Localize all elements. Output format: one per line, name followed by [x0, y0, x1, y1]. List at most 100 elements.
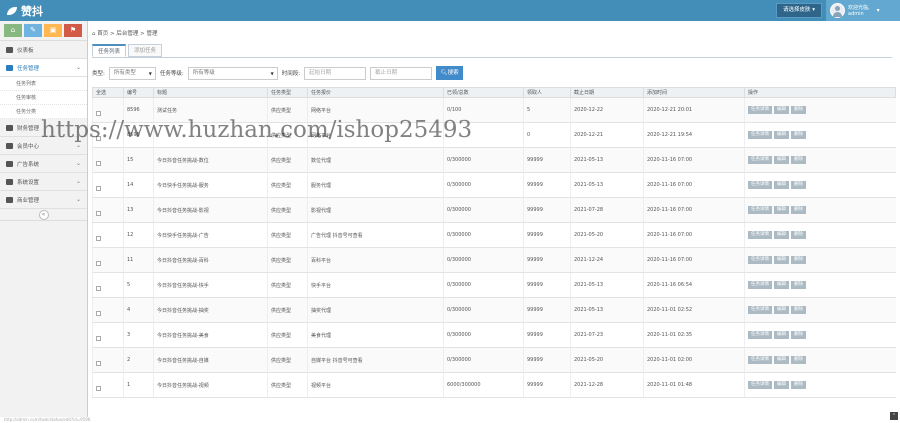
- detail-button[interactable]: 任务详情: [748, 281, 772, 289]
- sidebar-collapse-toggle[interactable]: «: [0, 209, 87, 221]
- table-cell: 抽奖代理: [307, 297, 444, 323]
- row-checkbox[interactable]: [96, 235, 101, 241]
- time-label: 时间段:: [281, 71, 301, 77]
- detail-button[interactable]: 任务详情: [748, 206, 772, 214]
- table-cell: 供应类型: [267, 347, 308, 373]
- sidebar-item-business[interactable]: 商业管理 ⌄: [0, 191, 87, 209]
- edit-button[interactable]: 编辑: [774, 356, 789, 364]
- sidebar-item-dashboard[interactable]: 仪表板: [0, 41, 87, 59]
- brand-logo[interactable]: 赞抖: [7, 3, 43, 19]
- table-cell: 99999: [523, 297, 571, 323]
- delete-button[interactable]: 删除: [791, 106, 806, 114]
- row-checkbox[interactable]: [96, 310, 101, 316]
- row-checkbox[interactable]: [96, 185, 101, 191]
- table-cell: 2020-12-21: [570, 122, 644, 148]
- sidebar-item-ads[interactable]: 广告系统 ⌄: [0, 155, 87, 173]
- edit-button[interactable]: 编辑: [774, 256, 789, 264]
- delete-button[interactable]: 删除: [791, 281, 806, 289]
- sidebar-item-settings[interactable]: 系统设置 ⌄: [0, 173, 87, 191]
- level-select[interactable]: 所有等级: [187, 66, 278, 80]
- tab-task-list[interactable]: 任务列表: [92, 44, 127, 57]
- theme-select-button[interactable]: 请选择皮肤 ▾: [775, 3, 822, 18]
- table-cell: 供应类型: [267, 222, 308, 248]
- level-label: 任务等级:: [159, 71, 184, 77]
- users-shortcut-icon[interactable]: ▣: [44, 24, 62, 37]
- detail-button[interactable]: 任务详情: [748, 156, 772, 164]
- row-checkbox[interactable]: [96, 385, 101, 391]
- user-menu[interactable]: 欢迎光临, admin ▾: [826, 0, 900, 21]
- scroll-top-icon[interactable]: ⌃: [890, 412, 898, 420]
- delete-button[interactable]: 删除: [791, 306, 806, 314]
- table-cell: 99999: [523, 172, 571, 198]
- edit-button[interactable]: 编辑: [774, 381, 789, 389]
- pencil-shortcut-icon[interactable]: ✎: [24, 24, 42, 37]
- edit-button[interactable]: 编辑: [774, 106, 789, 114]
- flag-icon: [6, 64, 13, 71]
- detail-button[interactable]: 任务详情: [748, 256, 772, 264]
- table-cell: 今日抖音任务挑战-美食: [153, 322, 268, 348]
- row-checkbox-cell: [92, 272, 124, 298]
- table-cell: 今日抖音任务挑战-自媒: [153, 347, 268, 373]
- table-cell: 美食代理: [307, 322, 444, 348]
- row-checkbox[interactable]: [96, 360, 101, 366]
- breadcrumb-text[interactable]: 首页 > 后台管理 > 管理: [97, 31, 157, 37]
- delete-button[interactable]: 删除: [791, 231, 806, 239]
- column-header[interactable]: 全选: [92, 87, 124, 98]
- row-actions: 任务详情 编辑 删除: [744, 347, 896, 373]
- table-cell: 0/300000: [443, 347, 524, 373]
- row-checkbox[interactable]: [96, 260, 101, 266]
- row-checkbox[interactable]: [96, 160, 101, 166]
- edit-button[interactable]: 编辑: [774, 331, 789, 339]
- type-select[interactable]: 所有类型: [108, 66, 156, 80]
- edit-button[interactable]: 编辑: [774, 131, 789, 139]
- delete-button[interactable]: 删除: [791, 256, 806, 264]
- tab-add-task[interactable]: 添加任务: [128, 44, 163, 57]
- flag-shortcut-icon[interactable]: ⚑: [64, 24, 82, 37]
- column-header: 已领/总数: [443, 87, 524, 98]
- delete-button[interactable]: 删除: [791, 381, 806, 389]
- row-checkbox[interactable]: [96, 335, 101, 341]
- sidebar-subitem-task-review[interactable]: 任务审核: [0, 91, 87, 105]
- sidebar-item-tasks[interactable]: 任务管理 ⌄: [0, 59, 87, 77]
- row-checkbox[interactable]: [96, 210, 101, 216]
- search-button[interactable]: 🔍︎搜索: [436, 66, 464, 80]
- delete-button[interactable]: 删除: [791, 331, 806, 339]
- table-cell: 广告代理 抖音号可查看: [307, 222, 444, 248]
- detail-button[interactable]: 任务详情: [748, 356, 772, 364]
- table-cell: 今日快手任务挑战-服务: [153, 172, 268, 198]
- sidebar-subitem-task-list[interactable]: 任务列表: [0, 77, 87, 91]
- delete-button[interactable]: 删除: [791, 356, 806, 364]
- table-cell: 2020-11-16 07:00: [643, 247, 745, 273]
- row-checkbox[interactable]: [96, 285, 101, 291]
- detail-button[interactable]: 任务详情: [748, 231, 772, 239]
- table-cell: 11: [123, 247, 154, 273]
- edit-button[interactable]: 编辑: [774, 281, 789, 289]
- home-shortcut-icon[interactable]: ⌂: [4, 24, 22, 37]
- delete-button[interactable]: 删除: [791, 206, 806, 214]
- column-header: 操作: [744, 87, 896, 98]
- edit-button[interactable]: 编辑: [774, 156, 789, 164]
- delete-button[interactable]: 删除: [791, 181, 806, 189]
- table-cell: 99999: [523, 197, 571, 223]
- detail-button[interactable]: 任务详情: [748, 131, 772, 139]
- end-date-input[interactable]: 截止日期: [370, 66, 433, 80]
- delete-button[interactable]: 删除: [791, 156, 806, 164]
- edit-button[interactable]: 编辑: [774, 231, 789, 239]
- edit-button[interactable]: 编辑: [774, 181, 789, 189]
- edit-button[interactable]: 编辑: [774, 206, 789, 214]
- table-cell: 2021-12-28: [570, 372, 644, 398]
- start-date-input[interactable]: 起始日期: [304, 66, 367, 80]
- row-checkbox[interactable]: [96, 110, 101, 116]
- edit-button[interactable]: 编辑: [774, 306, 789, 314]
- table-cell: 0/300000: [443, 197, 524, 223]
- table-cell: 0/300000: [443, 297, 524, 323]
- delete-button[interactable]: 删除: [791, 131, 806, 139]
- detail-button[interactable]: 任务详情: [748, 106, 772, 114]
- book-icon: [6, 196, 13, 203]
- detail-button[interactable]: 任务详情: [748, 331, 772, 339]
- row-actions: 任务详情 编辑 删除: [744, 122, 896, 148]
- table-cell: 0/300000: [443, 147, 524, 173]
- detail-button[interactable]: 任务详情: [748, 306, 772, 314]
- detail-button[interactable]: 任务详情: [748, 181, 772, 189]
- detail-button[interactable]: 任务详情: [748, 381, 772, 389]
